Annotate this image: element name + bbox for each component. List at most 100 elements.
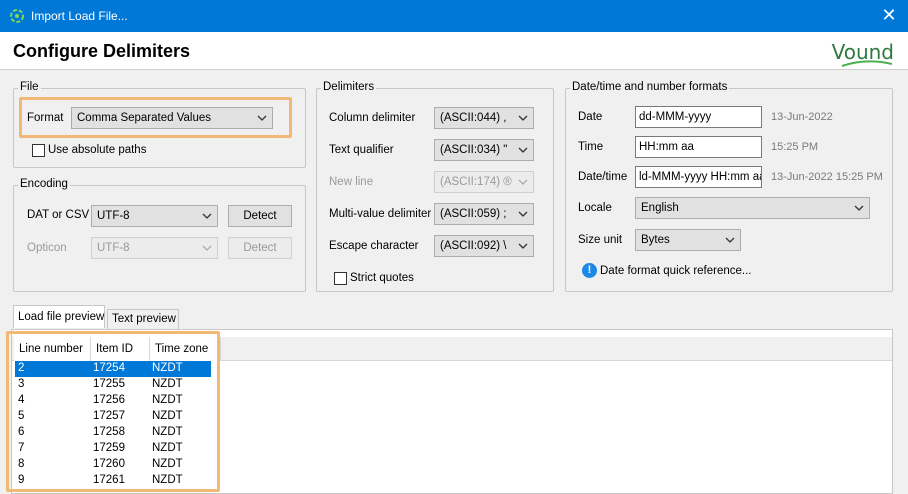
size-unit-value: Bytes bbox=[641, 234, 670, 246]
new-line-select[interactable]: (ASCII:174) ® bbox=[434, 171, 534, 193]
dat-detect-button[interactable]: Detect bbox=[228, 205, 292, 227]
encoding-group-legend: Encoding bbox=[18, 178, 70, 190]
time-zone-cell: NZDT bbox=[152, 474, 183, 486]
time-zone-cell: NZDT bbox=[152, 442, 183, 454]
format-select-value: Comma Separated Values bbox=[77, 112, 212, 124]
escape-character-value: (ASCII:092) \ bbox=[440, 240, 507, 252]
chevron-down-icon bbox=[257, 115, 267, 121]
logo-swoosh-icon bbox=[841, 60, 893, 67]
text-qualifier-value: (ASCII:034) " bbox=[440, 144, 508, 156]
opticon-encoding-select[interactable]: UTF-8 bbox=[91, 237, 218, 259]
datetime-label: Date/time bbox=[578, 171, 628, 183]
format-label: Format bbox=[27, 112, 64, 124]
format-select[interactable]: Comma Separated Values bbox=[71, 107, 273, 129]
use-absolute-paths-label: Use absolute paths bbox=[48, 144, 147, 156]
line-number-cell: 5 bbox=[18, 410, 25, 422]
time-zone-cell: NZDT bbox=[152, 378, 183, 390]
date-format-quick-reference-link[interactable]: Date format quick reference... bbox=[600, 265, 751, 277]
line-number-cell: 7 bbox=[18, 442, 25, 454]
item-id-cell: 17255 bbox=[93, 378, 125, 390]
strict-quotes-checkbox[interactable] bbox=[334, 272, 347, 285]
table-row[interactable]: 3 17255 NZDT bbox=[15, 377, 211, 393]
line-number-cell: 8 bbox=[18, 458, 25, 470]
page-title: Configure Delimiters bbox=[13, 41, 191, 61]
window-title: Import Load File... bbox=[31, 9, 128, 23]
date-label: Date bbox=[578, 111, 603, 123]
line-number-cell: 4 bbox=[18, 394, 25, 406]
column-header-line-number[interactable]: Line number bbox=[14, 337, 91, 361]
item-id-cell: 17254 bbox=[93, 362, 125, 374]
use-absolute-paths-checkbox[interactable] bbox=[32, 144, 45, 157]
time-zone-cell: NZDT bbox=[152, 362, 183, 374]
item-id-cell: 17256 bbox=[93, 394, 125, 406]
text-qualifier-select[interactable]: (ASCII:034) " bbox=[434, 139, 534, 161]
info-icon: ! bbox=[582, 263, 597, 278]
dat-or-csv-label: DAT or CSV bbox=[27, 209, 90, 221]
time-zone-cell: NZDT bbox=[152, 394, 183, 406]
import-icon bbox=[10, 9, 24, 23]
time-example: 15:25 PM bbox=[771, 141, 819, 153]
column-delimiter-value: (ASCII:044) , bbox=[440, 112, 507, 124]
chevron-down-icon bbox=[518, 243, 528, 249]
locale-select[interactable]: English bbox=[635, 197, 870, 219]
formats-group-legend: Date/time and number formats bbox=[570, 81, 730, 93]
new-line-value: (ASCII:174) ® bbox=[440, 176, 512, 188]
line-number-cell: 6 bbox=[18, 426, 25, 438]
opticon-label: Opticon bbox=[27, 242, 67, 254]
date-example: 13-Jun-2022 bbox=[771, 111, 833, 123]
item-id-cell: 17261 bbox=[93, 474, 125, 486]
column-header-time-zone[interactable]: Time zone bbox=[150, 337, 221, 361]
dialog-header: Configure Delimiters Vound bbox=[0, 32, 908, 70]
opticon-detect-button[interactable]: Detect bbox=[228, 237, 292, 259]
column-delimiter-select[interactable]: (ASCII:044) , bbox=[434, 107, 534, 129]
chevron-down-icon bbox=[518, 115, 528, 121]
item-id-cell: 17257 bbox=[93, 410, 125, 422]
locale-value: English bbox=[641, 202, 679, 214]
table-row[interactable]: 6 17258 NZDT bbox=[15, 425, 211, 441]
time-format-input[interactable]: HH:mm aa bbox=[635, 136, 762, 158]
chevron-down-icon bbox=[518, 211, 528, 217]
table-row[interactable]: 5 17257 NZDT bbox=[15, 409, 211, 425]
locale-label: Locale bbox=[578, 202, 612, 214]
title-bar: Import Load File... ✕ bbox=[0, 0, 908, 32]
multi-value-delimiter-label: Multi-value delimiter bbox=[329, 208, 432, 220]
time-zone-cell: NZDT bbox=[152, 426, 183, 438]
table-row[interactable]: 9 17261 NZDT bbox=[15, 473, 211, 489]
table-row[interactable]: 8 17260 NZDT bbox=[15, 457, 211, 473]
chevron-down-icon bbox=[854, 205, 864, 211]
column-delimiter-label: Column delimiter bbox=[329, 112, 416, 124]
item-id-cell: 17260 bbox=[93, 458, 125, 470]
multi-value-delimiter-select[interactable]: (ASCII:059) ; bbox=[434, 203, 534, 225]
escape-character-select[interactable]: (ASCII:092) \ bbox=[434, 235, 534, 257]
dat-encoding-value: UTF-8 bbox=[97, 210, 130, 222]
table-row[interactable]: 2 17254 NZDT bbox=[15, 361, 211, 377]
line-number-cell: 2 bbox=[18, 362, 25, 374]
dat-encoding-select[interactable]: UTF-8 bbox=[91, 205, 218, 227]
table-header: Line number Item ID Time zone bbox=[12, 337, 892, 361]
time-zone-cell: NZDT bbox=[152, 410, 183, 422]
delimiters-group-legend: Delimiters bbox=[321, 81, 377, 93]
datetime-example: 13-Jun-2022 15:25 PM bbox=[771, 171, 883, 183]
new-line-label: New line bbox=[329, 176, 374, 188]
item-id-cell: 17258 bbox=[93, 426, 125, 438]
date-format-input[interactable]: dd-MMM-yyyy bbox=[635, 106, 762, 128]
tab-load-file-preview[interactable]: Load file preview bbox=[13, 305, 105, 328]
escape-character-label: Escape character bbox=[329, 240, 419, 252]
tab-text-preview[interactable]: Text preview bbox=[107, 309, 179, 329]
opticon-encoding-value: UTF-8 bbox=[97, 242, 130, 254]
text-qualifier-label: Text qualifier bbox=[329, 144, 394, 156]
size-unit-select[interactable]: Bytes bbox=[635, 229, 741, 251]
item-id-cell: 17259 bbox=[93, 442, 125, 454]
table-row[interactable]: 7 17259 NZDT bbox=[15, 441, 211, 457]
close-icon[interactable]: ✕ bbox=[878, 4, 900, 26]
column-header-item-id[interactable]: Item ID bbox=[91, 337, 150, 361]
line-number-cell: 3 bbox=[18, 378, 25, 390]
datetime-format-input[interactable]: ld-MMM-yyyy HH:mm aa bbox=[635, 166, 762, 188]
chevron-down-icon bbox=[518, 147, 528, 153]
file-group-legend: File bbox=[18, 81, 41, 93]
table-row[interactable]: 4 17256 NZDT bbox=[15, 393, 211, 409]
size-unit-label: Size unit bbox=[578, 234, 623, 246]
line-number-cell: 9 bbox=[18, 474, 25, 486]
strict-quotes-label: Strict quotes bbox=[350, 272, 414, 284]
chevron-down-icon bbox=[725, 237, 735, 243]
